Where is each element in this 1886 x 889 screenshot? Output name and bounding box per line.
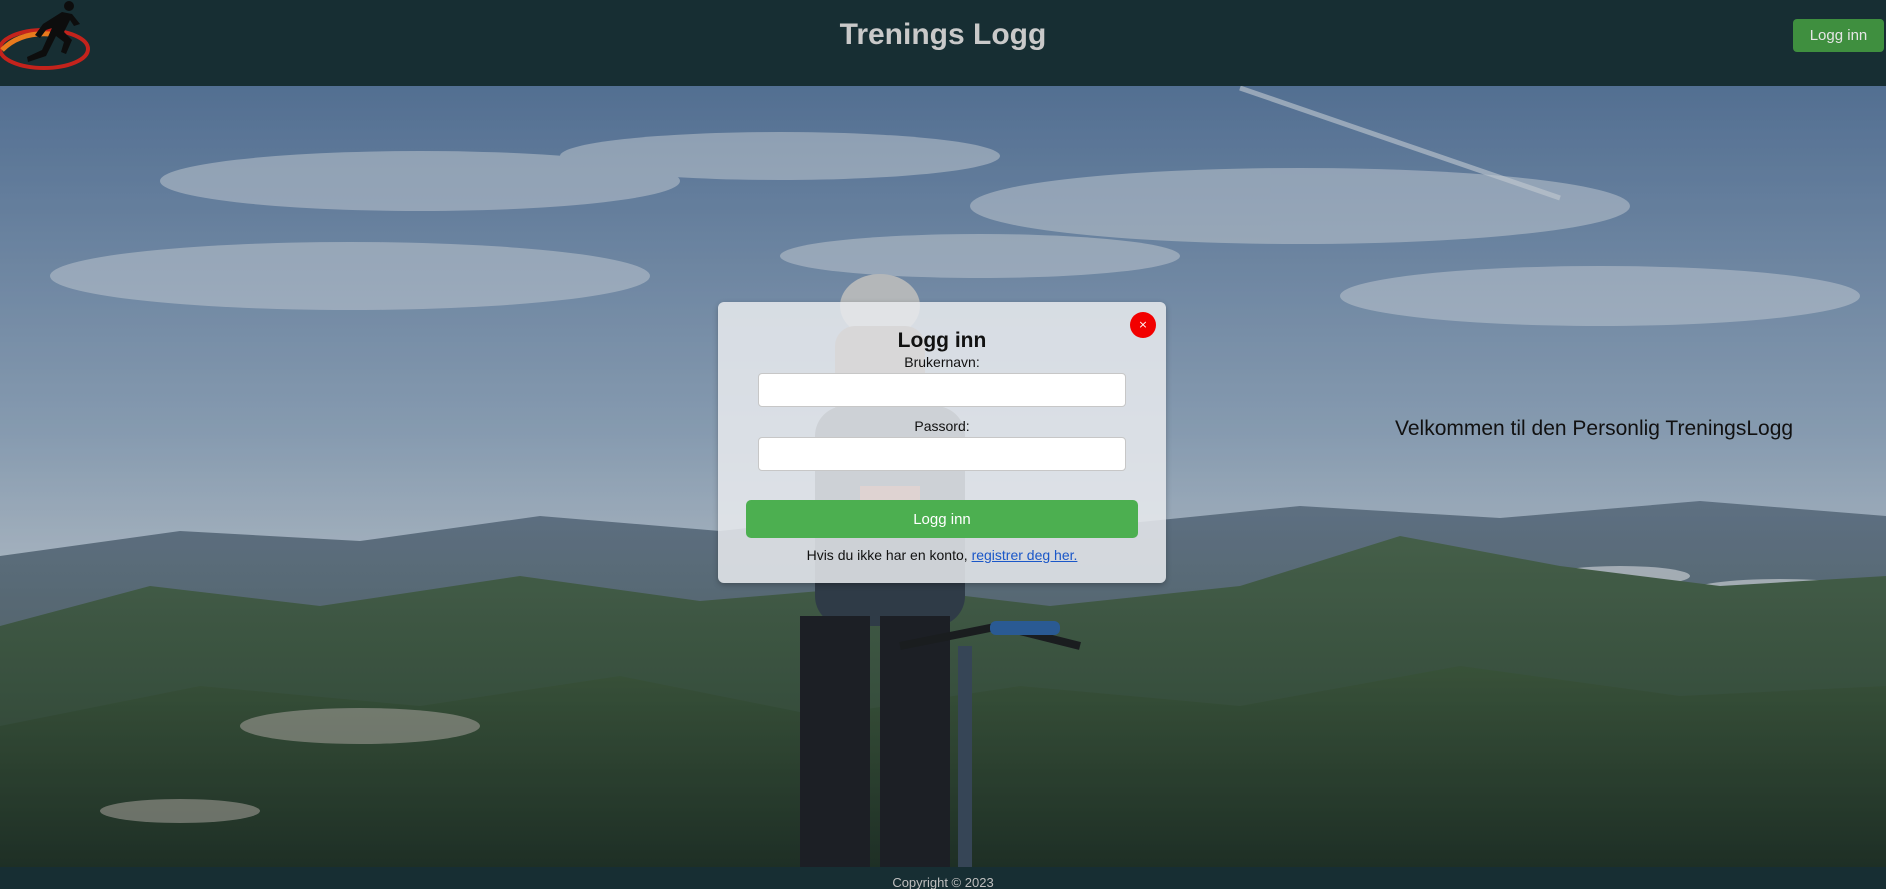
site-footer: Copyright © 2023: [0, 867, 1886, 889]
register-prompt-text: Hvis du ikke har en konto,: [806, 547, 968, 563]
username-input[interactable]: [758, 373, 1126, 407]
login-modal: × Logg inn Brukernavn: Passord: Logg inn…: [718, 302, 1166, 583]
register-prompt: Hvis du ikke har en konto, registrer deg…: [718, 547, 1166, 563]
password-label: Passord:: [914, 418, 970, 434]
username-label: Brukernavn:: [904, 354, 980, 370]
welcome-text: Velkommen til den Personlig TreningsLogg: [1395, 417, 1794, 440]
login-submit-button[interactable]: Logg inn: [746, 500, 1138, 538]
modal-title: Logg inn: [897, 329, 987, 352]
password-input[interactable]: [758, 437, 1126, 471]
site-title: Trenings Logg: [839, 18, 1047, 51]
site-header: Trenings Logg Logg inn: [0, 0, 1886, 86]
header-login-button[interactable]: Logg inn: [1793, 19, 1884, 52]
copyright-text: Copyright © 2023: [892, 875, 994, 889]
page: Trenings Logg Logg inn Velkommen til den…: [0, 0, 1886, 889]
register-link[interactable]: registrer deg her.: [972, 547, 1078, 563]
